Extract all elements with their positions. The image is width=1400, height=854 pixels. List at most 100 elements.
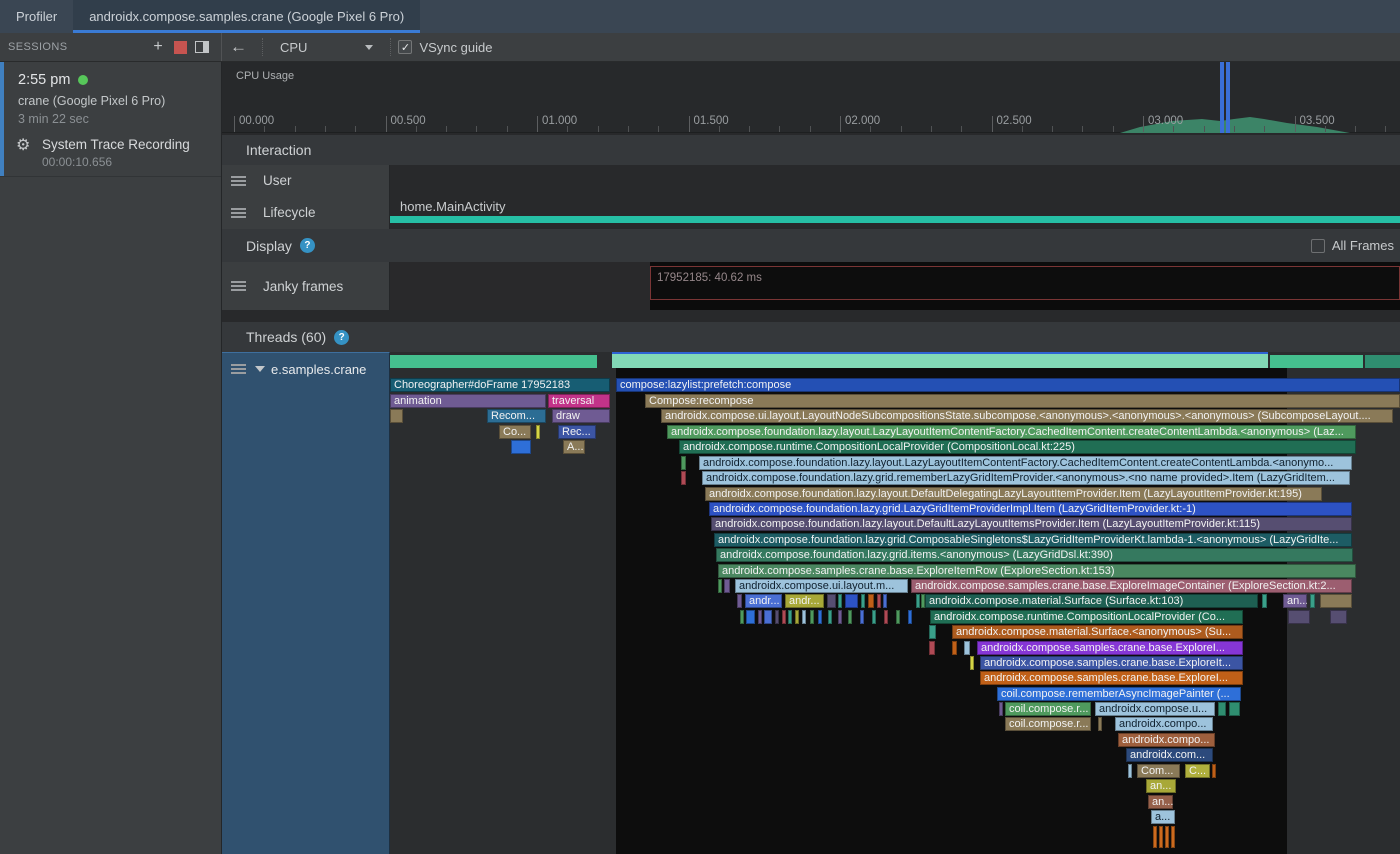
flame-sliver[interactable]: [877, 594, 881, 608]
flame-sliver[interactable]: [511, 440, 531, 454]
flame-sliver[interactable]: [764, 610, 772, 624]
drag-handle-icon[interactable]: [231, 208, 246, 218]
vsync-checkbox[interactable]: ✓: [398, 40, 412, 54]
flame-span[interactable]: androidx.compose.foundation.lazy.layout.…: [705, 487, 1322, 501]
flame-sliver[interactable]: [1165, 826, 1169, 848]
flame-span[interactable]: draw: [552, 409, 610, 423]
flame-sliver[interactable]: [810, 610, 814, 624]
flame-sliver[interactable]: [1153, 826, 1157, 848]
help-icon[interactable]: ?: [334, 330, 349, 345]
flame-sliver[interactable]: [929, 641, 935, 655]
flame-sliver[interactable]: [1330, 610, 1347, 624]
vsync-guide-toggle[interactable]: ✓ VSync guide: [398, 40, 492, 55]
flame-sliver[interactable]: [828, 610, 832, 624]
flame-span[interactable]: andr...: [785, 594, 824, 608]
flame-span[interactable]: androidx.compose.foundation.lazy.grid.Co…: [714, 533, 1352, 547]
flame-sliver[interactable]: [758, 610, 762, 624]
flame-span[interactable]: Co...: [499, 425, 531, 439]
flame-span[interactable]: androidx.compose.foundation.lazy.grid.it…: [716, 548, 1353, 562]
profiler-type-dropdown[interactable]: CPU: [270, 40, 383, 55]
flame-sliver[interactable]: [1320, 594, 1352, 608]
flame-span[interactable]: compose:lazylist:prefetch:compose: [616, 378, 1400, 392]
flame-sliver[interactable]: [999, 702, 1003, 716]
flame-sliver[interactable]: [916, 594, 920, 608]
flame-span[interactable]: androidx.compose.samples.crane.base.Expl…: [718, 564, 1356, 578]
flame-span[interactable]: androidx.compose.u...: [1095, 702, 1215, 716]
flame-span[interactable]: an...: [1283, 594, 1307, 608]
user-track-label[interactable]: User: [222, 165, 389, 196]
flame-sliver[interactable]: [737, 594, 742, 608]
flame-span[interactable]: androidx.compose.samples.crane.base.Expl…: [980, 656, 1243, 670]
flame-span[interactable]: C...: [1185, 764, 1210, 778]
flame-span[interactable]: Choreographer#doFrame 17952183: [390, 378, 610, 392]
flame-sliver[interactable]: [1229, 702, 1240, 716]
thread-state-segment[interactable]: [390, 355, 597, 368]
all-frames-checkbox[interactable]: ✓: [1311, 239, 1325, 253]
flame-sliver[interactable]: [775, 610, 779, 624]
flame-sliver[interactable]: [681, 471, 686, 485]
recording-title[interactable]: System Trace Recording: [42, 137, 190, 152]
flame-sliver[interactable]: [845, 594, 858, 608]
flame-span[interactable]: Recom...: [487, 409, 546, 423]
flame-span[interactable]: androidx.compo...: [1115, 717, 1213, 731]
flame-span[interactable]: a...: [1151, 810, 1175, 824]
flame-span[interactable]: androidx.compo...: [1118, 733, 1215, 747]
help-icon[interactable]: ?: [300, 238, 315, 253]
flame-sliver[interactable]: [883, 594, 887, 608]
flame-span[interactable]: androidx.compose.foundation.lazy.layout.…: [711, 517, 1352, 531]
flame-sliver[interactable]: [929, 625, 936, 639]
flame-sliver[interactable]: [964, 641, 970, 655]
flame-span[interactable]: androidx.compose.runtime.CompositionLoca…: [679, 440, 1356, 454]
lifecycle-track-label[interactable]: Lifecycle: [222, 196, 389, 229]
flame-sliver[interactable]: [884, 610, 888, 624]
flame-span[interactable]: coil.compose.r...: [1005, 717, 1091, 731]
flame-sliver[interactable]: [1212, 764, 1216, 778]
flame-span[interactable]: androidx.compose.ui.layout.LayoutNodeSub…: [661, 409, 1393, 423]
flame-sliver[interactable]: [746, 610, 755, 624]
session-card[interactable]: 2:55 pm crane (Google Pixel 6 Pro) 3 min…: [0, 62, 221, 177]
flame-sliver[interactable]: [681, 456, 686, 470]
flame-span[interactable]: androidx.compose.samples.crane.base.Expl…: [980, 671, 1243, 685]
drag-handle-icon[interactable]: [231, 281, 246, 291]
flame-sliver[interactable]: [861, 594, 865, 608]
flame-span[interactable]: Rec...: [558, 425, 596, 439]
flame-sliver[interactable]: [1262, 594, 1267, 608]
flame-sliver[interactable]: [838, 610, 842, 624]
thread-label-panel[interactable]: e.samples.crane: [222, 352, 390, 854]
thread-state-segment[interactable]: [1365, 355, 1400, 368]
flame-sliver[interactable]: [795, 610, 799, 624]
flame-sliver[interactable]: [536, 425, 540, 439]
flame-sliver[interactable]: [848, 610, 852, 624]
flame-sliver[interactable]: [1218, 702, 1226, 716]
collapse-panel-icon[interactable]: [191, 36, 213, 58]
flame-span[interactable]: Compose:recompose: [645, 394, 1400, 408]
flame-sliver[interactable]: [1288, 610, 1310, 624]
thread-state-segment[interactable]: [1270, 355, 1363, 368]
flame-sliver[interactable]: [818, 610, 822, 624]
drag-handle-icon[interactable]: [231, 364, 246, 374]
thread-flame-chart[interactable]: Choreographer#doFrame 17952183animationt…: [390, 352, 1400, 854]
flame-sliver[interactable]: [1128, 764, 1132, 778]
flame-span[interactable]: A...: [563, 440, 585, 454]
flame-sliver[interactable]: [1159, 826, 1163, 848]
janky-frames-track[interactable]: 17952185: 40.62 ms: [390, 262, 1400, 310]
janky-frame-span[interactable]: 17952185: 40.62 ms: [650, 266, 1400, 300]
flame-sliver[interactable]: [827, 594, 836, 608]
flame-span[interactable]: androidx.compose.material.Surface (Surfa…: [925, 594, 1258, 608]
user-track[interactable]: [390, 165, 1400, 196]
flame-span[interactable]: androidx.compose.samples.crane.base.Expl…: [977, 641, 1243, 655]
janky-track-label[interactable]: Janky frames: [222, 262, 389, 310]
flame-sliver[interactable]: [390, 409, 403, 423]
expand-arrow-icon[interactable]: [255, 366, 265, 372]
flame-sliver[interactable]: [838, 594, 842, 608]
drag-handle-icon[interactable]: [231, 176, 246, 186]
flame-span[interactable]: androidx.compose.material.Surface.<anony…: [952, 625, 1243, 639]
lifecycle-event-bar[interactable]: [390, 216, 1400, 223]
flame-span[interactable]: androidx.compose.ui.layout.m...: [735, 579, 908, 593]
cpu-usage-track[interactable]: CPU Usage 00.00000.50001.00001.50002.000…: [222, 62, 1400, 133]
flame-span[interactable]: coil.compose.r...: [1005, 702, 1091, 716]
stop-recording-icon[interactable]: [169, 36, 191, 58]
lifecycle-track[interactable]: home.MainActivity: [390, 196, 1400, 229]
flame-sliver[interactable]: [1171, 826, 1175, 848]
flame-sliver[interactable]: [860, 610, 864, 624]
